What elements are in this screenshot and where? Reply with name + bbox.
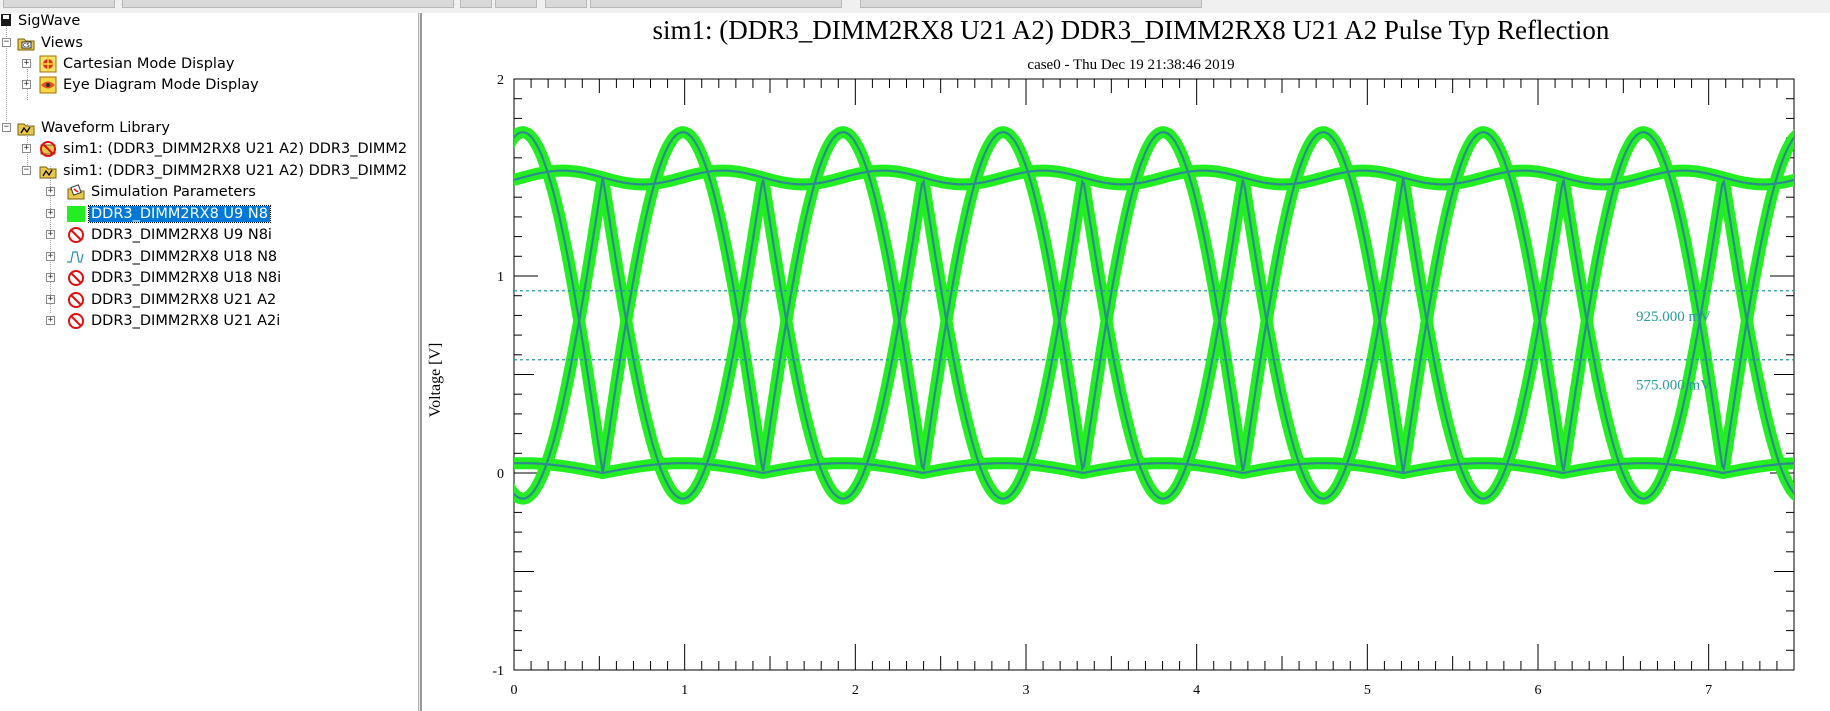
hidden-waveform-icon [67,269,85,287]
tree-item-cartesian-display[interactable]: Cartesian Mode Display [39,53,236,75]
waveform-trace-icon [67,248,85,266]
x-tick-label: 6 [1535,683,1542,698]
x-tick-label: 7 [1705,683,1712,698]
svg-text:CS: CS [23,43,30,49]
tree-item-waveform-u9-n8[interactable]: DDR3_DIMM2RX8 U9 N8 [67,203,271,225]
expand-toggle[interactable]: + [46,209,55,218]
tree-library-label: Waveform Library [41,120,170,136]
y-tick-label: 2 [497,73,504,88]
expand-toggle[interactable]: + [46,316,55,325]
x-tick-label: 1 [681,683,688,698]
x-tick-label: 4 [1193,683,1200,698]
expand-toggle[interactable]: + [46,187,55,196]
hidden-waveform-icon [67,312,85,330]
y-tick-label: 1 [497,270,504,285]
tree-item-waveform-u21-a2[interactable]: DDR3_DIMM2RX8 U21 A2 [67,289,278,311]
tree-waveform-library[interactable]: Waveform Library [17,117,172,139]
parameters-icon [67,183,85,201]
tree-item-sim-2[interactable]: sim1: (DDR3_DIMM2RX8 U21 A2) DDR3_DIMM2 [39,160,409,182]
y-tick-label: -1 [492,664,504,679]
top-tab-2[interactable] [122,0,454,8]
expand-toggle[interactable]: + [46,230,55,239]
y-tick-label: 0 [497,467,504,482]
top-tab-5[interactable] [545,0,587,8]
hidden-waveform-icon [67,291,85,309]
cartesian-display-icon [39,55,57,73]
tree-item-eye-diagram-display[interactable]: Eye Diagram Mode Display [39,74,261,96]
tree-item-label: DDR3_DIMM2RX8 U18 N8i [91,270,282,286]
tree-item-label: Cartesian Mode Display [63,56,235,72]
tree-item-label: sim1: (DDR3_DIMM2RX8 U21 A2) DDR3_DIMM2 [63,141,408,157]
tree-item-sim-1[interactable]: sim1: (DDR3_DIMM2RX8 U21 A2) DDR3_DIMM2 [39,138,409,160]
tree-item-simulation-parameters[interactable]: Simulation Parameters [67,181,258,203]
eye-diagram-plot[interactable]: sim1: (DDR3_DIMM2RX8 U21 A2) DDR3_DIMM2R… [422,13,1830,711]
expand-toggle[interactable]: + [22,59,31,68]
top-tab-3[interactable] [460,0,492,8]
tree-item-waveform-u21-a2i[interactable]: DDR3_DIMM2RX8 U21 A2i [67,310,282,332]
expand-toggle[interactable]: + [46,295,55,304]
x-tick-label: 5 [1364,683,1371,698]
top-tab-4[interactable] [495,0,537,8]
expand-toggle[interactable]: + [22,144,31,153]
collapse-toggle[interactable]: − [2,123,11,132]
waveform-plot-panel: sim1: (DDR3_DIMM2RX8 U21 A2) DDR3_DIMM2R… [421,13,1830,711]
expand-toggle[interactable]: + [46,273,55,282]
x-tick-label: 2 [852,683,859,698]
sigwave-icon [0,13,12,30]
top-tab-1[interactable] [3,0,115,8]
tree-item-label: DDR3_DIMM2RX8 U21 A2 [91,292,277,308]
tree-item-label: DDR3_DIMM2RX8 U9 N8i [91,227,272,243]
tree-item-waveform-u18-n8i[interactable]: DDR3_DIMM2RX8 U18 N8i [67,267,283,289]
tree-item-waveform-u9-n8i[interactable]: DDR3_DIMM2RX8 U9 N8i [67,224,274,246]
x-tick-label: 0 [511,683,518,698]
tree-item-label: sim1: (DDR3_DIMM2RX8 U21 A2) DDR3_DIMM2 [63,163,408,179]
top-tab-7[interactable] [860,0,1202,8]
tree-item-waveform-u18-n8[interactable]: DDR3_DIMM2RX8 U18 N8 [67,246,279,268]
green-waveform-icon [67,205,85,223]
collapse-toggle[interactable]: − [2,38,11,47]
tree-item-label: DDR3_DIMM2RX8 U21 A2i [91,313,281,329]
tree-root[interactable]: SigWave [0,13,82,32]
plot-subtitle: case0 - Thu Dec 19 21:38:46 2019 [1027,57,1234,73]
tree-item-label: Simulation Parameters [91,184,256,200]
y-axis-label: Voltage [V] [427,343,444,418]
plot-title: sim1: (DDR3_DIMM2RX8 U21 A2) DDR3_DIMM2R… [653,15,1610,45]
tree-item-label: DDR3_DIMM2RX8 U18 N8 [91,249,278,265]
reference-label: 575.000 mV [1636,378,1711,394]
reference-label: 925.000 mV [1636,309,1711,325]
tree-views-label: Views [41,35,83,51]
eye-diagram-display-icon [39,76,57,94]
library-folder-icon [17,119,35,137]
tree-item-label: DDR3_DIMM2RX8 U9 N8 [88,205,271,223]
x-tick-label: 3 [1023,683,1030,698]
hidden-waveform-icon [67,226,85,244]
expand-toggle[interactable]: + [46,252,55,261]
sim-disabled-icon [39,140,57,158]
views-icon: CS [17,34,35,52]
collapse-toggle[interactable]: − [22,166,31,175]
window-top-strip [0,0,1830,14]
waveform-tree-panel: SigWave − CS Views + Cartesian Mode Disp… [0,13,418,711]
top-tab-6[interactable] [590,0,842,8]
tree-views[interactable]: CS Views [17,32,85,54]
tree-item-label: Eye Diagram Mode Display [63,77,259,93]
sim-folder-icon [39,162,57,180]
tree-root-label: SigWave [18,13,81,29]
expand-toggle[interactable]: + [22,80,31,89]
